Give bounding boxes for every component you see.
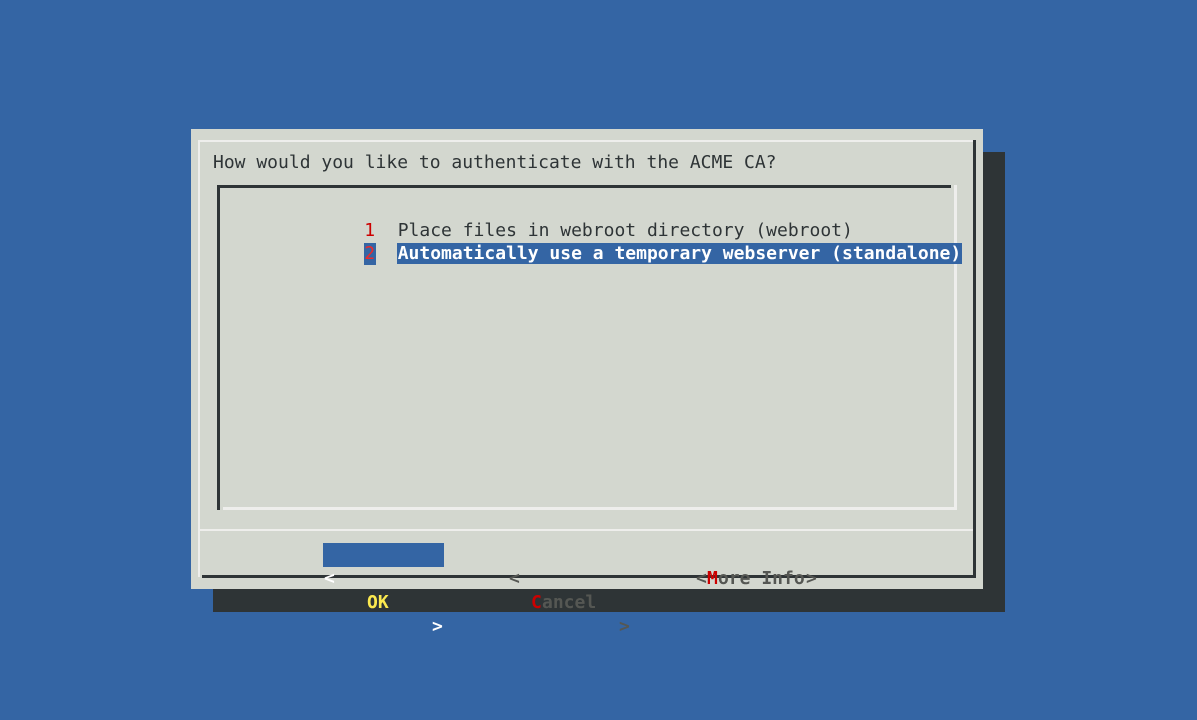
more-info-button-left-bracket: < (696, 568, 707, 589)
dialog-border-top (198, 140, 975, 142)
button-area-separator (198, 529, 975, 531)
list-border-bottom (223, 507, 957, 510)
menu-item-tag: 2 (363, 243, 376, 265)
footer-border-left (198, 529, 200, 577)
cancel-button-hotkey: C (531, 592, 542, 613)
dialog-border-right (973, 140, 976, 530)
list-border-left (217, 185, 220, 510)
ok-button-label: OK (367, 592, 389, 613)
more-info-button-right-bracket: > (806, 568, 817, 589)
menu-item-label: Automatically use a temporary webserver … (396, 243, 963, 264)
ok-button[interactable]: < OK > (323, 543, 444, 637)
menu-item-standalone[interactable]: 2 Automatically use a temporary webserver… (277, 221, 963, 265)
menu-list[interactable]: 1 Place files in webroot directory (webro… (217, 185, 963, 510)
dialog-window: How would you like to authenticate with … (191, 129, 983, 637)
cancel-button[interactable]: < Cancel > (509, 543, 634, 637)
cancel-button-left-bracket: < (509, 568, 520, 589)
footer-border-right (973, 529, 976, 577)
ok-button-right-bracket: > (432, 616, 443, 637)
dialog-prompt: How would you like to authenticate with … (213, 152, 777, 173)
cancel-button-right-bracket: > (619, 616, 630, 637)
dialog-border-left (198, 140, 200, 530)
ok-button-left-bracket: < (324, 568, 335, 589)
cancel-button-label: ancel (542, 592, 597, 613)
more-info-button-hotkey: M (707, 568, 718, 589)
footer-border-bottom (202, 575, 976, 578)
terminal-screen: How would you like to authenticate with … (0, 0, 1197, 720)
more-info-button-label: ore Info (718, 568, 805, 589)
list-border-top (217, 185, 951, 188)
menu-item-webroot[interactable]: 1 Place files in webroot directory (webro… (277, 198, 854, 241)
more-info-button[interactable]: < More Info > (696, 543, 821, 589)
